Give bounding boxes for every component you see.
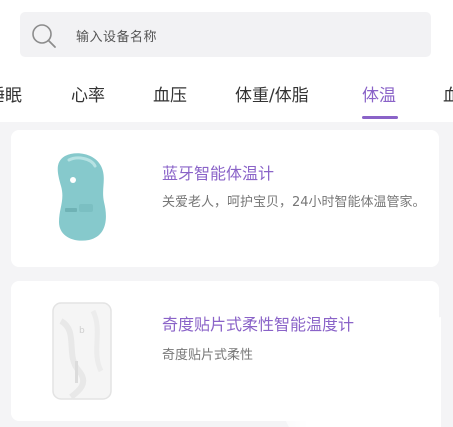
top-bar: 输入设备名称 睡眠 心率 血压 体重/体脂 体温 血 bbox=[0, 0, 453, 122]
bluetooth-thermometer-image bbox=[57, 153, 106, 241]
svg-text:b: b bbox=[79, 326, 85, 336]
product-card[interactable]: b 奇度贴片式柔性智能温度计 奇度贴片式柔性 bbox=[11, 281, 441, 427]
search-bar[interactable]: 输入设备名称 bbox=[20, 12, 431, 57]
tab-weight-body-fat[interactable]: 体重/体脂 bbox=[235, 81, 309, 106]
patch-thermometer-image: b bbox=[52, 302, 112, 400]
product-title[interactable]: 奇度贴片式柔性智能温度计 bbox=[162, 311, 354, 335]
category-tabs: 睡眠 心率 血压 体重/体脂 体温 血 bbox=[0, 78, 453, 122]
tab-blood[interactable]: 血 bbox=[443, 81, 453, 106]
product-title[interactable]: 蓝牙智能体温计 bbox=[162, 160, 274, 184]
product-card[interactable]: 蓝牙智能体温计 关爱老人，呵护宝贝，24小时智能体温管家。 bbox=[11, 130, 439, 267]
product-description: 关爱老人，呵护宝贝，24小时智能体温管家。 bbox=[162, 195, 426, 210]
tab-sleep[interactable]: 睡眠 bbox=[0, 81, 22, 106]
tab-blood-pressure[interactable]: 血压 bbox=[153, 81, 187, 106]
active-tab-indicator bbox=[362, 116, 398, 119]
tab-heart-rate[interactable]: 心率 bbox=[71, 81, 105, 106]
search-input[interactable]: 输入设备名称 bbox=[76, 26, 157, 45]
search-icon bbox=[32, 24, 56, 48]
tab-body-temperature[interactable]: 体温 bbox=[362, 81, 396, 106]
